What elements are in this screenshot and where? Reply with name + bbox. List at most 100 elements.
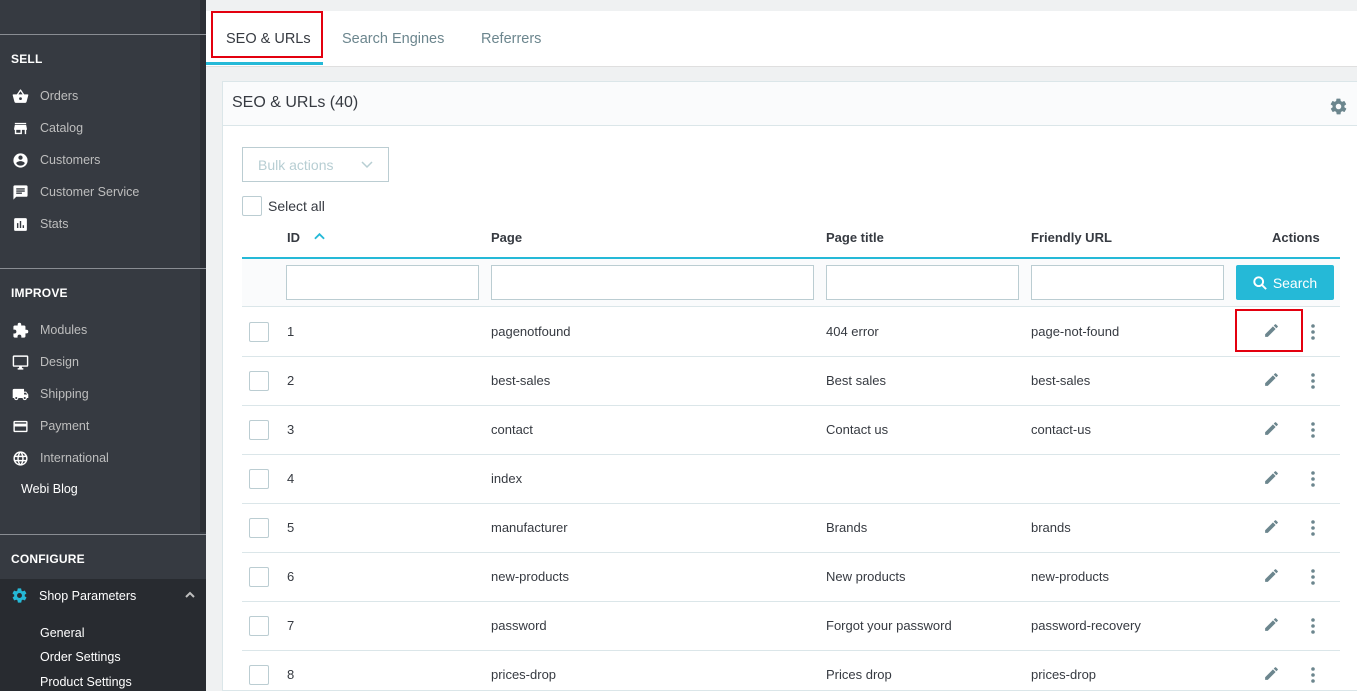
edit-icon[interactable]	[1263, 616, 1280, 636]
more-options-icon[interactable]	[1304, 420, 1322, 443]
active-tab-indicator	[206, 62, 323, 65]
sidebar-scrollbar[interactable]	[200, 0, 206, 532]
sidebar-item-shipping[interactable]: Shipping	[11, 384, 89, 404]
more-options-icon[interactable]	[1304, 469, 1322, 492]
cell-page: password	[491, 618, 547, 633]
row-checkbox[interactable]	[249, 665, 269, 685]
cell-friendly-url: contact-us	[1031, 422, 1091, 437]
sidebar-item-webi-blog[interactable]: Webi Blog	[21, 482, 78, 496]
row-checkbox[interactable]	[249, 469, 269, 489]
select-all[interactable]: Select all	[242, 196, 325, 216]
cell-page: prices-drop	[491, 667, 557, 682]
sidebar-item-customer-service[interactable]: Customer Service	[11, 182, 139, 202]
cell-page: index	[491, 471, 523, 486]
cell-id: 8	[287, 667, 295, 682]
more-options-icon[interactable]	[1304, 322, 1322, 345]
select-all-label: Select all	[268, 198, 325, 214]
sort-ascending-icon[interactable]	[313, 232, 325, 240]
more-options-icon[interactable]	[1304, 518, 1322, 541]
more-options-icon[interactable]	[1304, 665, 1322, 688]
filter-page-input[interactable]	[491, 265, 814, 300]
more-options-icon[interactable]	[1304, 567, 1322, 590]
edit-icon[interactable]	[1263, 371, 1280, 391]
row-checkbox[interactable]	[249, 322, 269, 342]
more-options-icon[interactable]	[1304, 371, 1322, 394]
row-checkbox[interactable]	[249, 616, 269, 636]
settings-gear-icon[interactable]	[1329, 97, 1348, 119]
edit-icon[interactable]	[1263, 518, 1280, 538]
filter-friendly-url-input[interactable]	[1031, 265, 1224, 300]
cell-id: 4	[287, 471, 295, 486]
account-circle-icon	[11, 151, 29, 169]
card-header: SEO & URLs (40)	[223, 82, 1357, 126]
sidebar-item-label: Payment	[40, 419, 90, 433]
cell-id: 7	[287, 618, 295, 633]
sidebar-item-label: Stats	[40, 217, 69, 231]
sidebar-item-payment[interactable]: Payment	[11, 416, 89, 436]
tab-referrers[interactable]: Referrers	[481, 11, 541, 66]
store-icon	[11, 119, 29, 137]
column-header-id[interactable]: ID	[287, 230, 325, 245]
credit-card-icon	[11, 417, 29, 435]
sidebar-item-shop-parameters[interactable]: Shop Parameters	[0, 579, 206, 612]
submenu-item-product-settings[interactable]: Product Settings	[40, 675, 132, 689]
edit-icon[interactable]	[1263, 469, 1280, 489]
sidebar-item-label: Catalog	[40, 121, 84, 135]
cell-friendly-url: best-sales	[1031, 373, 1091, 388]
cell-page-title: Prices drop	[826, 667, 892, 682]
sidebar: SELL Orders Catalog Customers Customer S…	[0, 0, 206, 691]
cell-page-title: New products	[826, 569, 906, 584]
sidebar-item-orders[interactable]: Orders	[11, 86, 78, 106]
sidebar-item-international[interactable]: International	[11, 448, 109, 468]
highlight-box	[211, 11, 323, 58]
row-checkbox[interactable]	[249, 567, 269, 587]
column-header-page-title[interactable]: Page title	[826, 230, 884, 245]
table-row: 6 new-products New products new-products	[242, 553, 1340, 602]
table-row: 8 prices-drop Prices drop prices-drop	[242, 651, 1340, 691]
search-button[interactable]: Search	[1236, 265, 1334, 300]
cell-id: 2	[287, 373, 295, 388]
sidebar-item-label: Customer Service	[40, 185, 140, 199]
edit-icon[interactable]	[1263, 665, 1280, 685]
sidebar-item-catalog[interactable]: Catalog	[11, 118, 83, 138]
sidebar-item-label: International	[40, 451, 109, 465]
submenu-item-order-settings[interactable]: Order Settings	[40, 650, 121, 664]
sidebar-item-label: Orders	[40, 89, 79, 103]
table-row: 3 contact Contact us contact-us	[242, 406, 1340, 455]
row-checkbox[interactable]	[249, 371, 269, 391]
bulk-actions-dropdown[interactable]: Bulk actions	[242, 147, 389, 182]
sidebar-item-modules[interactable]: Modules	[11, 320, 87, 340]
table-row: 5 manufacturer Brands brands	[242, 504, 1340, 553]
cell-page: manufacturer	[491, 520, 568, 535]
row-checkbox[interactable]	[249, 518, 269, 538]
row-checkbox[interactable]	[249, 420, 269, 440]
sidebar-item-design[interactable]: Design	[11, 352, 79, 372]
chevron-up-icon	[184, 589, 196, 604]
more-options-icon[interactable]	[1304, 616, 1322, 639]
sidebar-divider	[0, 34, 206, 35]
edit-icon[interactable]	[1263, 567, 1280, 587]
bar-chart-icon	[11, 215, 29, 233]
cell-page-title: 404 error	[826, 324, 879, 339]
sidebar-item-label: Shipping	[40, 387, 89, 401]
tab-search-engines[interactable]: Search Engines	[342, 11, 444, 66]
submenu-item-general[interactable]: General	[40, 626, 84, 640]
sidebar-item-label: Design	[40, 355, 79, 369]
column-header-page[interactable]: Page	[491, 230, 522, 245]
column-header-friendly-url[interactable]: Friendly URL	[1031, 230, 1112, 245]
sidebar-item-customers[interactable]: Customers	[11, 150, 100, 170]
sidebar-item-label: Customers	[40, 153, 101, 167]
sidebar-divider	[0, 268, 206, 269]
select-all-checkbox[interactable]	[242, 196, 262, 216]
monitor-icon	[11, 353, 29, 371]
column-header-actions: Actions	[1272, 230, 1320, 245]
configure-heading: CONFIGURE	[11, 552, 85, 566]
sidebar-item-stats[interactable]: Stats	[11, 214, 69, 234]
edit-icon[interactable]	[1263, 420, 1280, 440]
filter-page-title-input[interactable]	[826, 265, 1019, 300]
cell-id: 6	[287, 569, 295, 584]
gear-icon	[11, 587, 28, 604]
filter-id-input[interactable]	[286, 265, 479, 300]
puzzle-icon	[11, 321, 29, 339]
cell-page-title: Forgot your password	[826, 618, 952, 633]
